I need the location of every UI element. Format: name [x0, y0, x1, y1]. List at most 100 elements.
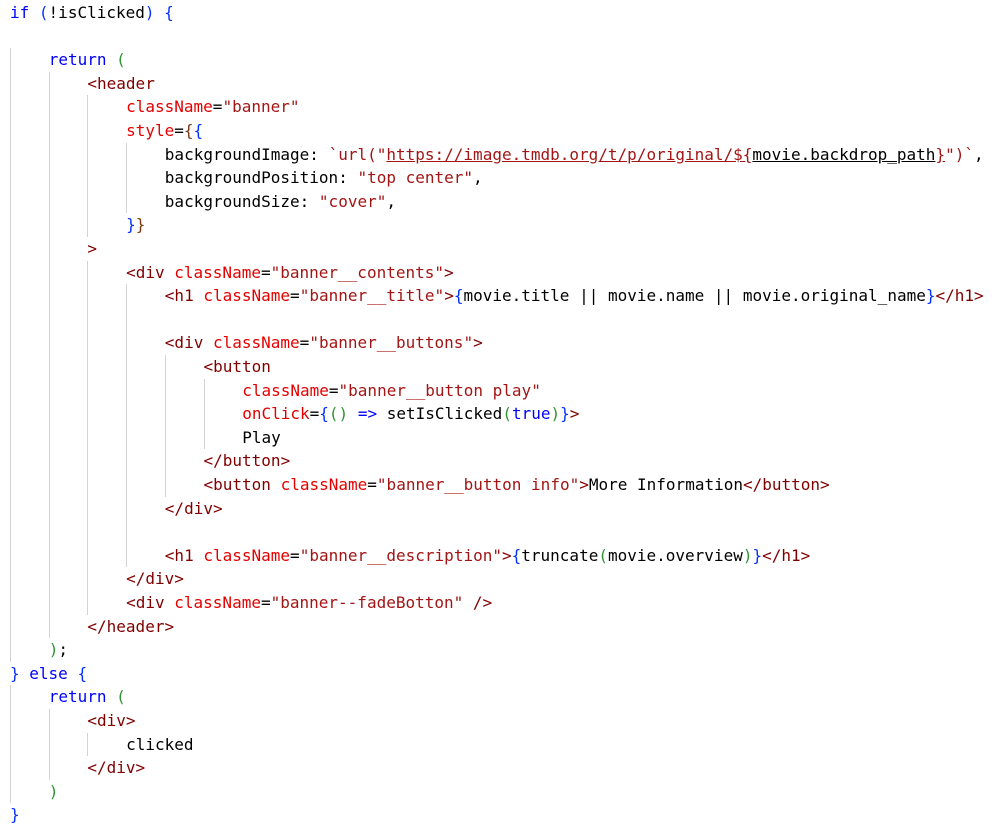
code-token: </button>: [742, 475, 830, 494]
indent-guide: [164, 355, 166, 497]
code-token: truncate: [521, 545, 599, 565]
code-line[interactable]: Play: [242, 426, 281, 450]
code-line[interactable]: >: [87, 237, 97, 261]
code-token: <div: [126, 262, 165, 282]
code-token: movie.backdrop_path: [752, 144, 936, 164]
code-line[interactable]: ): [49, 780, 59, 804]
code-line[interactable]: <div className="banner--fadeBotton" />: [126, 591, 492, 615]
code-token: />: [472, 593, 493, 612]
code-token: {: [164, 3, 174, 22]
code-line[interactable]: }: [10, 803, 20, 827]
code-token: >: [444, 262, 454, 282]
code-token: }: [135, 215, 146, 235]
code-token: "banner": [222, 97, 300, 117]
code-token: ;: [58, 640, 68, 660]
code-line[interactable]: return (: [49, 48, 126, 72]
code-token: (: [502, 404, 512, 424]
code-line[interactable]: className="banner__button play": [242, 379, 541, 403]
code-token: "banner__contents": [270, 262, 444, 282]
code-token: return: [48, 687, 107, 707]
code-line[interactable]: </div>: [165, 497, 223, 521]
code-token: if: [10, 3, 30, 22]
code-token: (: [38, 3, 49, 22]
code-line[interactable]: }}: [126, 213, 145, 237]
code-token: onClick: [242, 404, 310, 424]
code-line[interactable]: <header: [87, 72, 154, 96]
code-line[interactable]: <h1 className="banner__description">{tru…: [165, 544, 810, 568]
code-line[interactable]: </header>: [87, 615, 174, 639]
code-token: <div: [126, 593, 165, 612]
code-token: =: [260, 593, 271, 612]
code-token: !isClicked: [48, 3, 145, 22]
code-token: =: [290, 286, 300, 306]
indent-guide: [87, 95, 89, 237]
code-token: className: [174, 262, 261, 282]
code-line[interactable]: <div className="banner__buttons">: [165, 331, 483, 355]
code-token: >: [444, 286, 454, 306]
code-token: className: [203, 286, 291, 306]
code-line[interactable]: </div>: [87, 756, 145, 780]
code-token: <div>: [87, 711, 136, 730]
code-line[interactable]: <h1 className="banner__title">{movie.tit…: [165, 284, 984, 308]
code-token: >: [579, 475, 589, 494]
code-token: https://image.tmdb.org/t/p/original/${: [386, 144, 753, 164]
code-token: backgroundImage:: [164, 144, 329, 164]
indent-guide: [126, 142, 128, 214]
code-token: className: [126, 97, 213, 117]
code-token: "cover": [318, 191, 387, 211]
indent-guide: [48, 71, 50, 639]
code-token: </div>: [87, 758, 146, 778]
code-line[interactable]: </div>: [126, 567, 184, 591]
code-token: More Information: [588, 475, 743, 494]
code-line[interactable]: <div className="banner__contents">: [126, 261, 454, 285]
code-token: className: [280, 475, 368, 494]
code-token: style: [126, 121, 175, 140]
code-token: }: [10, 663, 20, 683]
code-token: }: [935, 144, 946, 164]
code-line[interactable]: } else {: [10, 662, 87, 686]
code-token: ,: [473, 168, 483, 188]
code-token: setIsClicked: [377, 404, 503, 424]
code-line[interactable]: backgroundSize: "cover",: [165, 190, 396, 214]
code-token: ,: [386, 191, 396, 211]
indent-guide: [203, 378, 205, 450]
code-token: }: [126, 215, 136, 235]
code-token: {: [319, 404, 329, 424]
code-line[interactable]: </button>: [204, 449, 291, 473]
code-token: "top center": [357, 168, 474, 188]
code-line[interactable]: <button className="banner__button info">…: [204, 473, 830, 497]
code-token: <button: [203, 475, 271, 494]
code-token: >: [473, 333, 483, 353]
code-line[interactable]: <div>: [87, 709, 135, 733]
code-line[interactable]: backgroundPosition: "top center",: [165, 166, 483, 190]
code-line[interactable]: return (: [49, 685, 126, 709]
code-token: >: [569, 404, 580, 424]
code-token: "banner__title": [299, 286, 445, 306]
code-editor[interactable]: if (!isClicked) {return (<header classNam…: [0, 0, 1008, 837]
indent-guide: [87, 732, 89, 757]
code-token: "banner__button info": [376, 475, 580, 494]
code-token: <div: [164, 333, 204, 353]
code-token: }: [560, 404, 570, 424]
code-token: movie.overview: [607, 545, 743, 565]
code-token: ): [144, 3, 155, 22]
code-token: ")`: [945, 144, 974, 164]
code-line[interactable]: style={{: [126, 119, 203, 143]
code-token: </header>: [87, 616, 175, 636]
code-token: >: [87, 239, 98, 258]
code-line[interactable]: if (!isClicked) {: [10, 1, 174, 25]
code-line[interactable]: backgroundImage: `url("https://image.tmd…: [165, 143, 984, 167]
code-line[interactable]: className="banner": [126, 95, 299, 119]
code-line[interactable]: clicked: [126, 733, 193, 757]
code-line[interactable]: onClick={() => setIsClicked(true)}>: [242, 402, 579, 426]
code-line[interactable]: );: [49, 638, 68, 662]
code-line[interactable]: <button: [204, 355, 271, 379]
code-token: =: [299, 333, 310, 353]
